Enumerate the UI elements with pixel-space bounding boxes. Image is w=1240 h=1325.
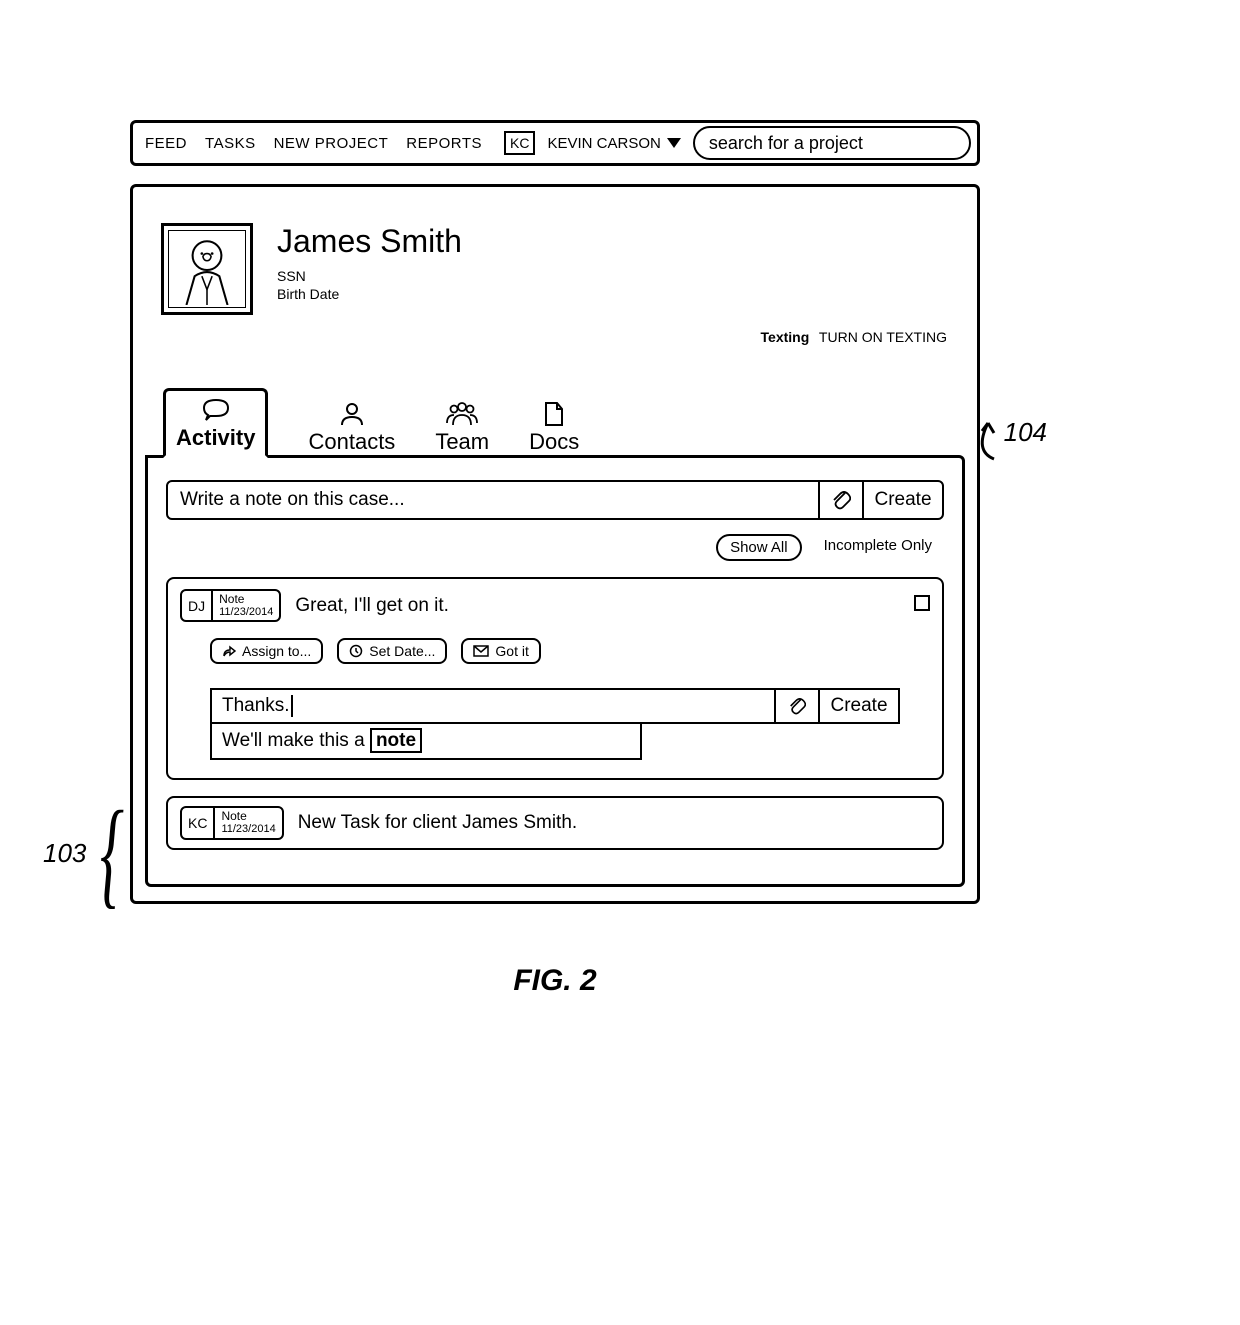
autosuggest-dropdown[interactable]: We'll make this a note — [210, 724, 642, 760]
profile-birthdate-label: Birth Date — [277, 286, 462, 302]
assign-to-button[interactable]: Assign to... — [210, 638, 323, 664]
reply-compose: Thanks. Create — [210, 688, 900, 724]
filter-incomplete-only[interactable]: Incomplete Only — [812, 534, 944, 561]
note-actions: Assign to... Set Date... Got it — [210, 638, 930, 664]
nav-tasks[interactable]: TASKS — [199, 135, 262, 152]
tabs: Activity Contacts Team — [133, 385, 977, 887]
share-arrow-icon — [222, 644, 236, 658]
top-navbar: FEED TASKS NEW PROJECT REPORTS KC KEVIN … — [130, 120, 980, 166]
texting-label: Texting — [761, 329, 810, 345]
avatar — [161, 223, 253, 315]
entry-date: 11/23/2014 — [221, 823, 275, 835]
speech-bubble-icon — [200, 397, 232, 423]
feed-text: New Task for client James Smith. — [298, 812, 930, 834]
author-initials: DJ — [182, 591, 211, 620]
create-note-button[interactable]: Create — [862, 482, 942, 518]
document-icon — [543, 401, 565, 427]
nav-reports[interactable]: REPORTS — [400, 135, 488, 152]
entry-type-label: Note — [219, 593, 273, 606]
paperclip-icon — [788, 696, 806, 716]
person-icon — [339, 401, 365, 427]
feed-item: DJ Note 11/23/2014 Great, I'll get on it… — [166, 577, 944, 780]
entry-date: 11/23/2014 — [219, 606, 273, 618]
nav-new-project[interactable]: NEW PROJECT — [268, 135, 395, 152]
tab-activity-label: Activity — [176, 425, 255, 451]
clock-icon — [349, 644, 363, 658]
reply-block: Thanks. Create We'll make this a note — [210, 688, 930, 760]
chevron-down-icon — [667, 138, 681, 148]
author-initials: KC — [182, 808, 213, 837]
envelope-icon — [473, 645, 489, 657]
paperclip-icon — [831, 489, 851, 511]
reply-attach-button[interactable] — [774, 690, 818, 722]
reply-input[interactable]: Thanks. — [212, 690, 774, 722]
tab-docs-label: Docs — [529, 429, 579, 455]
main-panel: James Smith SSN Birth Date Texting TURN … — [130, 184, 980, 904]
autosuggest-text: We'll make this a — [222, 730, 370, 751]
tab-contacts[interactable]: Contacts — [308, 401, 395, 455]
tab-contacts-label: Contacts — [308, 429, 395, 455]
got-it-button[interactable]: Got it — [461, 638, 540, 664]
tab-activity[interactable]: Activity — [163, 388, 268, 458]
checkbox-icon — [914, 595, 930, 611]
search-input[interactable]: search for a project — [693, 126, 971, 160]
tab-team[interactable]: Team — [435, 401, 489, 455]
feed-item: KC Note 11/23/2014 New Task for client J… — [166, 796, 944, 849]
user-initials-badge[interactable]: KC — [504, 131, 535, 155]
author-badge: KC Note 11/23/2014 — [180, 806, 284, 839]
figure-label: FIG. 2 — [130, 964, 980, 998]
entry-type-label: Note — [221, 810, 275, 823]
group-icon — [445, 401, 479, 427]
avatar-silhouette-icon — [174, 233, 240, 305]
user-name-label: KEVIN CARSON — [547, 135, 660, 152]
filter-show-all[interactable]: Show All — [716, 534, 802, 561]
autosuggest-highlight: note — [370, 728, 422, 753]
nav-feed[interactable]: FEED — [139, 135, 193, 152]
callout-104: 104 — [966, 417, 1047, 461]
turn-on-texting-button[interactable]: TURN ON TEXTING — [819, 329, 947, 345]
user-menu[interactable]: KEVIN CARSON — [541, 135, 686, 152]
callout-103: 103 { — [43, 823, 136, 883]
tab-team-label: Team — [435, 429, 489, 455]
reply-create-button[interactable]: Create — [818, 690, 898, 722]
attach-button[interactable] — [818, 482, 862, 518]
set-date-button[interactable]: Set Date... — [337, 638, 447, 664]
texting-row: Texting TURN ON TEXTING — [133, 323, 977, 345]
feed-text: Great, I'll get on it. — [295, 595, 900, 617]
filter-row: Show All Incomplete Only — [166, 534, 944, 561]
feed-item-action[interactable] — [914, 595, 930, 616]
profile-header: James Smith SSN Birth Date — [133, 187, 977, 323]
profile-ssn-label: SSN — [277, 268, 462, 284]
author-badge: DJ Note 11/23/2014 — [180, 589, 281, 622]
compose-note: Write a note on this case... Create — [166, 480, 944, 520]
compose-note-input[interactable]: Write a note on this case... — [168, 482, 818, 518]
tab-docs[interactable]: Docs — [529, 401, 579, 455]
profile-name: James Smith — [277, 223, 462, 260]
activity-panel: Write a note on this case... Create Show… — [145, 455, 965, 887]
